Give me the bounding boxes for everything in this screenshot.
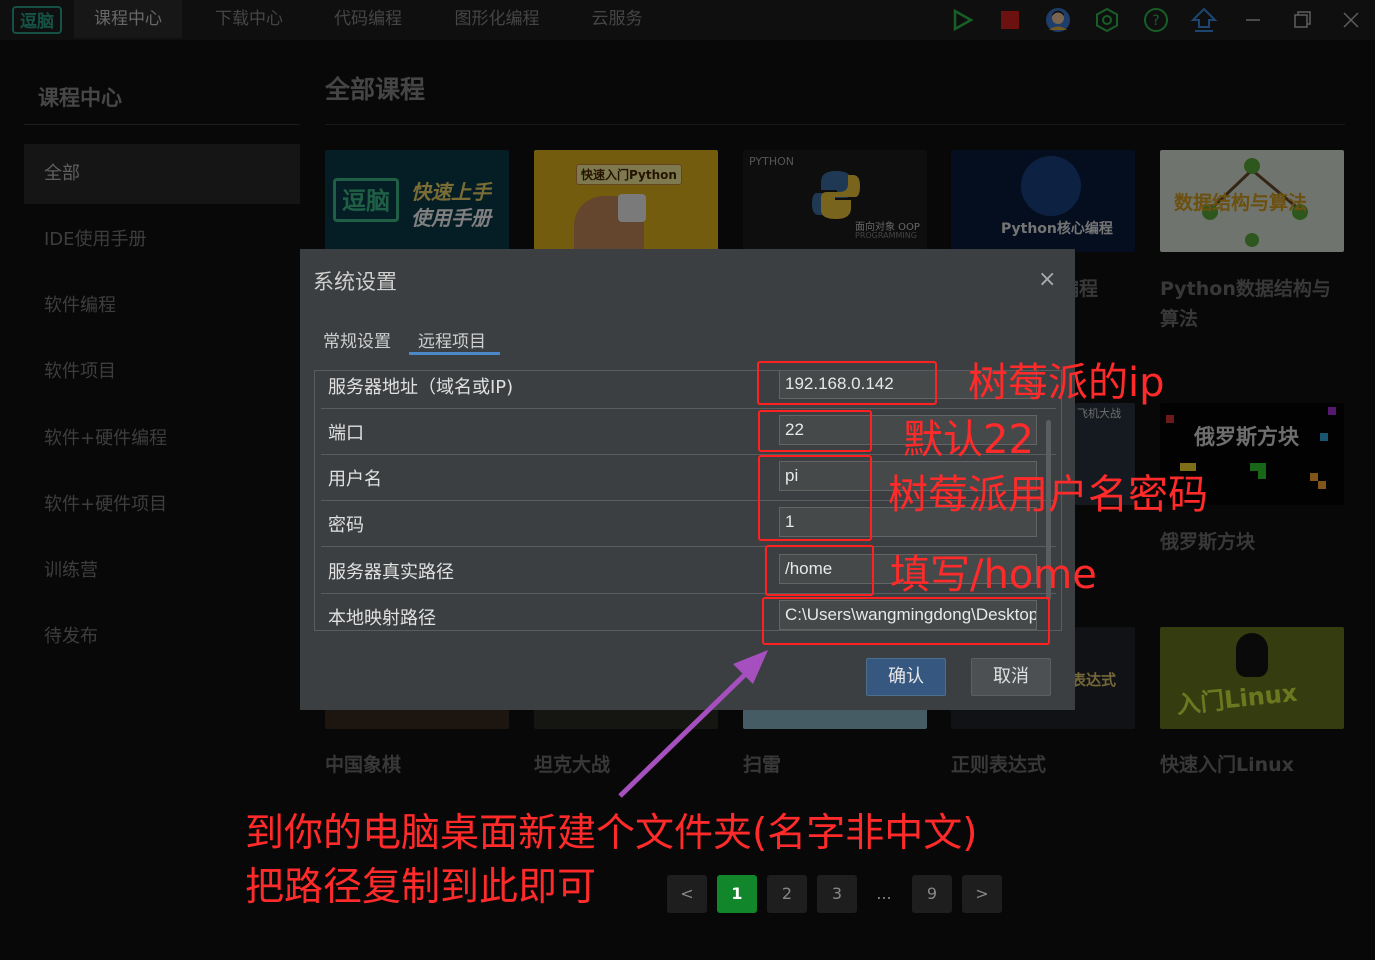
annotation-credentials: 树莓派用户名密码 (888, 472, 1208, 518)
tab-remote-project[interactable]: 远程项目 (418, 327, 486, 352)
pagination-page-9[interactable]: 9 (912, 875, 952, 913)
pagination-ellipsis: ... (876, 884, 892, 903)
dialog-title: 系统设置 (313, 270, 397, 294)
dialog-close-icon[interactable]: × (1038, 267, 1056, 292)
confirm-button[interactable]: 确认 (866, 658, 946, 696)
highlight-box-server-path (765, 545, 874, 596)
annotation-folder-line1: 到你的电脑桌面新建个文件夹(名字非中文) (245, 811, 978, 856)
annotation-ip: 树莓派的ip (968, 360, 1165, 406)
cancel-button[interactable]: 取消 (971, 658, 1051, 696)
annotation-port: 默认22 (903, 417, 1034, 463)
pagination-page-1[interactable]: 1 (717, 875, 757, 913)
annotation-arrow-icon (618, 650, 768, 798)
field-label: 密码 (328, 515, 364, 536)
highlight-box-credentials (758, 455, 872, 541)
tab-general-settings[interactable]: 常规设置 (323, 327, 391, 352)
annotation-folder-line2: 把路径复制到此即可 (245, 865, 597, 910)
form-row-server-address: 服务器地址（域名或IP) 192.168.0.142 (321, 371, 1056, 409)
active-tab-indicator (409, 352, 500, 355)
pagination-page-3[interactable]: 3 (817, 875, 857, 913)
field-label: 端口 (328, 423, 364, 444)
highlight-box-local-path (762, 597, 1050, 645)
pagination-next[interactable]: > (962, 875, 1002, 913)
field-label: 本地映射路径 (328, 608, 436, 629)
highlight-box-port (758, 410, 872, 452)
field-label: 用户名 (328, 469, 382, 490)
pagination-prev[interactable]: < (667, 875, 707, 913)
pagination-page-2[interactable]: 2 (767, 875, 807, 913)
field-label: 服务器真实路径 (328, 562, 454, 583)
highlight-box-ip (757, 361, 937, 405)
field-label: 服务器地址（域名或IP) (328, 377, 514, 398)
annotation-server-path: 填写/home (890, 552, 1097, 598)
